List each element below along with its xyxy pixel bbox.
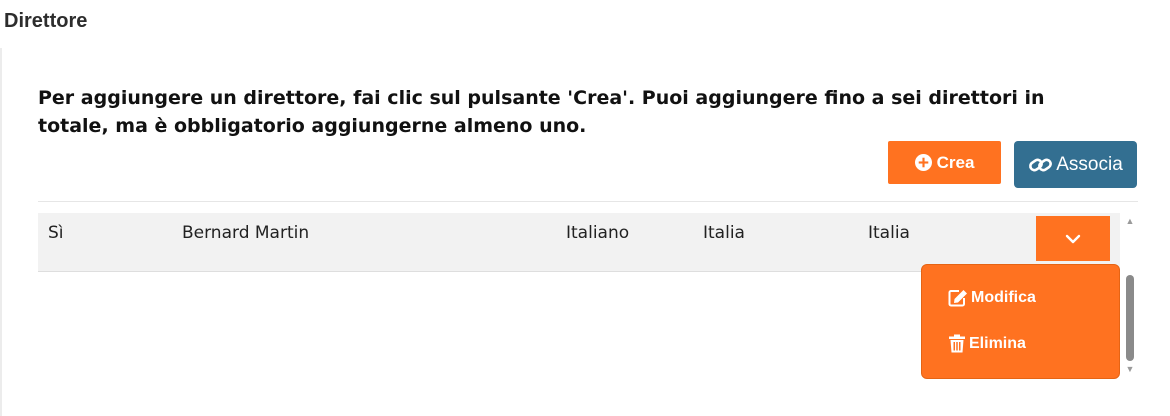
scrollbar-thumb[interactable] (1126, 275, 1134, 361)
table-cell: Italia (703, 223, 745, 243)
table-cell: Italia (868, 223, 910, 243)
table-cell: Bernard Martin (182, 223, 310, 243)
divider (38, 201, 1138, 202)
menu-item-label: Elimina (969, 334, 1026, 352)
scroll-up-arrow[interactable]: ▲ (1124, 215, 1136, 227)
edit-icon (948, 289, 968, 307)
menu-item-elimina[interactable]: Elimina (948, 334, 1026, 353)
trash-icon (948, 334, 966, 353)
table-cell: Italiano (566, 223, 630, 243)
plus-circle-icon (914, 154, 932, 171)
menu-item-modifica[interactable]: Modifica (948, 289, 1036, 307)
instructions-text: Per aggiungere un direttore, fai clic su… (38, 87, 1045, 137)
menu-item-label: Modifica (971, 289, 1036, 306)
row-actions-menu: Modifica Elimina (921, 264, 1120, 379)
section-title: Direttore (4, 10, 88, 32)
create-button-label: Crea (936, 152, 975, 172)
associate-button-label: Associa (1056, 153, 1123, 175)
chevron-down-icon (1065, 234, 1081, 244)
row-actions-toggle[interactable] (1036, 216, 1110, 261)
table-cell: Sì (48, 223, 64, 243)
scrollbar[interactable]: ▲ ▼ (1124, 213, 1136, 378)
scroll-down-arrow[interactable]: ▼ (1124, 363, 1136, 375)
link-icon (1028, 155, 1054, 175)
create-button[interactable]: Crea (888, 141, 1001, 184)
associate-button[interactable]: Associa (1014, 141, 1137, 188)
section-border (0, 48, 2, 416)
